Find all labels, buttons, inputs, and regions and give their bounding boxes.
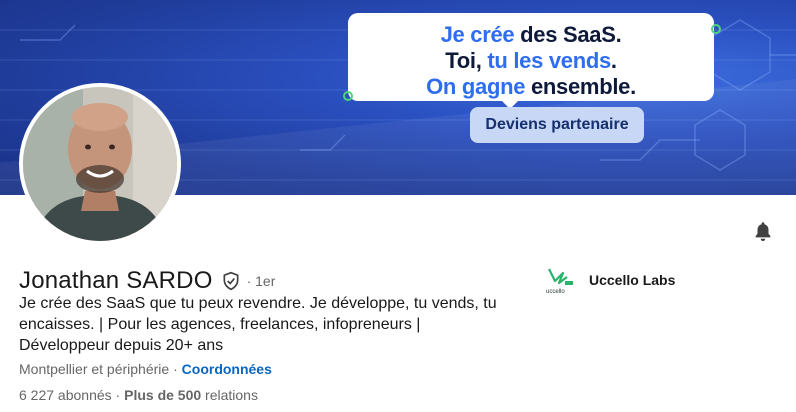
avatar-photo xyxy=(23,87,177,241)
connections-count[interactable]: Plus de 500 xyxy=(124,387,201,403)
profile-name: Jonathan SARDO xyxy=(19,267,213,294)
current-company[interactable]: uccello Uccello Labs xyxy=(545,265,675,295)
connection-degree: · 1er xyxy=(246,273,276,289)
banner-line-1: Je crée des SaaS. xyxy=(440,22,622,47)
banner-dot-decoration xyxy=(343,91,353,101)
svg-text:uccello: uccello xyxy=(546,289,565,295)
location-separator: · xyxy=(169,361,182,377)
bell-icon[interactable] xyxy=(752,220,774,242)
followers-label: abonnés xyxy=(54,387,112,403)
uccello-logo-icon: uccello xyxy=(545,265,575,295)
profile-headline: Je crée des SaaS que tu peux revendre. J… xyxy=(19,295,497,354)
network-stats: 6 227 abonnés · Plus de 500 relations xyxy=(19,387,258,403)
profile-name-row: Jonathan SARDO · 1er xyxy=(19,266,275,296)
contact-info-link[interactable]: Coordonnées xyxy=(182,361,272,377)
location-row: Montpellier et périphérie · Coordonnées xyxy=(19,361,272,377)
shield-check-icon[interactable] xyxy=(221,271,241,291)
connections-label: relations xyxy=(201,387,258,403)
profile-location: Montpellier et périphérie xyxy=(19,361,170,377)
profile-avatar[interactable] xyxy=(19,83,181,245)
stats-separator: · xyxy=(111,387,125,403)
company-name: Uccello Labs xyxy=(589,272,676,288)
banner-line-2: Toi, tu les vends. xyxy=(445,48,617,73)
banner-line-3: On gagne ensemble. xyxy=(426,74,636,99)
banner-speech-bubble: Je crée des SaaS. Toi, tu les vends. On … xyxy=(348,13,714,109)
banner-dot-decoration xyxy=(711,24,721,34)
followers-count[interactable]: 6 227 xyxy=(19,387,54,403)
banner-cta-label: Deviens partenaire xyxy=(470,107,644,143)
